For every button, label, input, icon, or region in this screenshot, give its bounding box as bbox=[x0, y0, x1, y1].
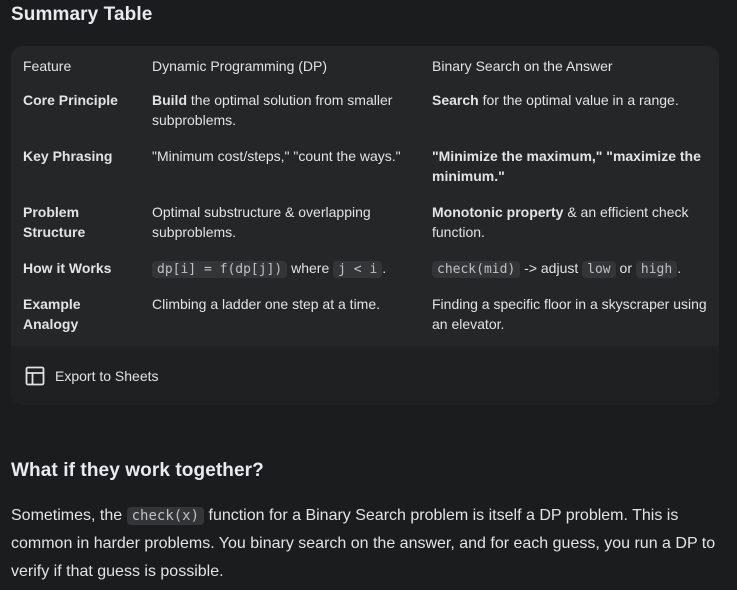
table-footer: Export to Sheets bbox=[11, 346, 719, 405]
binary-search-cell: Monotonic property & an efficient check … bbox=[432, 202, 712, 242]
paragraph-code-check: check(x) bbox=[126, 507, 205, 525]
summary-table-heading: Summary Table bbox=[11, 4, 153, 25]
feature-cell: Key Phrasing bbox=[23, 148, 113, 164]
export-to-sheets-button[interactable]: Export to Sheets bbox=[25, 362, 159, 390]
table-grid-icon bbox=[25, 366, 45, 386]
bs-bold-text: Monotonic property bbox=[432, 204, 564, 220]
table-row: Example Analogy Climbing a ladder one st… bbox=[11, 294, 719, 334]
bs-text-or: or bbox=[615, 260, 636, 276]
table-header-row: Feature Dynamic Programming (DP) Binary … bbox=[11, 56, 719, 76]
page: Summary Table Feature Dynamic Programmin… bbox=[0, 0, 737, 590]
feature-cell: Example Analogy bbox=[23, 296, 81, 332]
bs-code-low: low bbox=[582, 261, 616, 278]
dp-bold-text: Build bbox=[152, 92, 187, 108]
bs-text-end: . bbox=[677, 260, 682, 276]
paragraph-text-start: Sometimes, the bbox=[11, 507, 127, 524]
dp-cell: Optimal substructure & overlapping subpr… bbox=[152, 204, 371, 240]
together-heading: What if they work together? bbox=[11, 460, 264, 481]
together-paragraph: Sometimes, the check(x) function for a B… bbox=[11, 502, 726, 586]
dp-cell: Build the optimal solution from smaller … bbox=[152, 90, 417, 130]
summary-table-card: Feature Dynamic Programming (DP) Binary … bbox=[11, 46, 719, 405]
binary-search-cell: "Minimize the maximum," "maximize the mi… bbox=[432, 148, 701, 184]
export-to-sheets-label: Export to Sheets bbox=[55, 368, 159, 384]
binary-search-cell: Search for the optimal value in a range. bbox=[432, 90, 712, 110]
table-row: Core Principle Build the optimal solutio… bbox=[11, 90, 719, 130]
dp-code-recurrence: dp[i] = f(dp[j]) bbox=[152, 261, 288, 278]
bs-code-check: check(mid) bbox=[432, 261, 521, 278]
dp-text: the optimal solution from smaller subpro… bbox=[152, 92, 393, 128]
dp-cell: dp[i] = f(dp[j]) where j < i. bbox=[152, 258, 417, 280]
bs-text: -> adjust bbox=[520, 260, 583, 276]
bs-text: for the optimal value in a range. bbox=[478, 92, 679, 108]
dp-cell: "Minimum cost/steps," "count the ways." bbox=[152, 148, 401, 164]
column-header-feature: Feature bbox=[23, 58, 72, 74]
table-row: Problem Structure Optimal substructure &… bbox=[11, 202, 719, 242]
binary-search-cell: check(mid) -> adjust low or high. bbox=[432, 258, 712, 280]
dp-text-end: . bbox=[382, 260, 387, 276]
feature-cell: Problem Structure bbox=[23, 204, 86, 240]
bs-bold-text: Search bbox=[432, 92, 479, 108]
binary-search-cell: Finding a specific floor in a skyscraper… bbox=[432, 296, 707, 332]
dp-code-condition: j < i bbox=[333, 261, 383, 278]
feature-cell: Core Principle bbox=[23, 92, 118, 108]
column-header-binary-search: Binary Search on the Answer bbox=[432, 58, 613, 74]
bs-code-high: high bbox=[635, 261, 678, 278]
dp-text: where bbox=[287, 260, 334, 276]
feature-cell: How it Works bbox=[23, 260, 112, 276]
column-header-dp: Dynamic Programming (DP) bbox=[152, 58, 328, 74]
dp-cell: Climbing a ladder one step at a time. bbox=[152, 296, 381, 312]
table-row: Key Phrasing "Minimum cost/steps," "coun… bbox=[11, 146, 719, 186]
table-row: How it Works dp[i] = f(dp[j]) where j < … bbox=[11, 258, 719, 278]
